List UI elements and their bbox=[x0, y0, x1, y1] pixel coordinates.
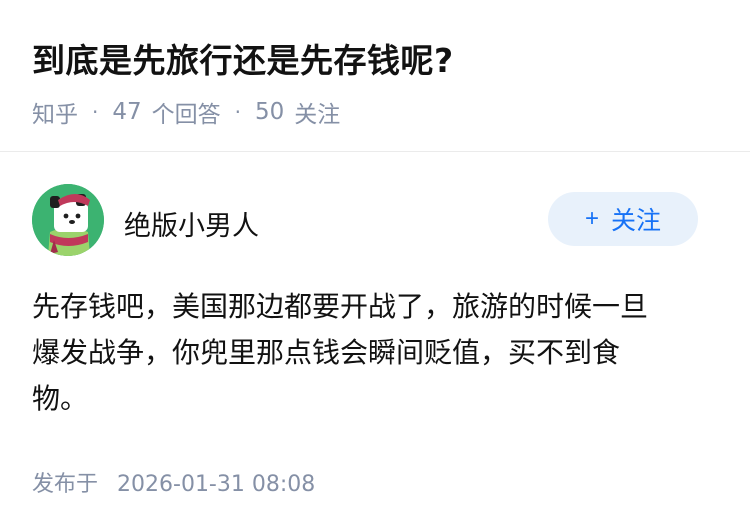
plus-icon: + bbox=[584, 205, 599, 232]
answer-content[interactable]: 先存钱吧，美国那边都要开战了，旅游的时候一旦 爆发战争，你兜里那点钱会瞬间贬值，… bbox=[32, 284, 710, 422]
answer-count: 47 bbox=[112, 99, 142, 125]
cartoon-animal-avatar-icon bbox=[32, 184, 104, 256]
source-link[interactable]: 知乎 bbox=[32, 95, 78, 129]
avatar[interactable] bbox=[32, 184, 104, 256]
answer-count-label[interactable]: 个回答 bbox=[152, 95, 221, 129]
meta-separator: · bbox=[234, 100, 241, 124]
follow-count: 50 bbox=[255, 99, 285, 125]
published-label: 发布于 bbox=[32, 472, 99, 497]
author-name[interactable]: 绝版小男人 bbox=[124, 204, 259, 243]
follow-count-label: 关注 bbox=[294, 102, 341, 128]
published-date: 2026-01-31 08:08 bbox=[117, 472, 316, 497]
follow-button-label: 关注 bbox=[611, 207, 662, 235]
question-title[interactable]: 到底是先旅行还是先存钱呢? bbox=[32, 34, 454, 82]
meta-separator: · bbox=[92, 100, 99, 124]
answer-line: 物。 bbox=[32, 382, 89, 415]
answer-line: 先存钱吧，美国那边都要开战了，旅游的时候一旦 bbox=[32, 290, 649, 323]
answer-line: 爆发战争，你兜里那点钱会瞬间贬值，买不到食 bbox=[32, 336, 621, 369]
section-divider bbox=[0, 151, 750, 152]
author-row: 绝版小男人 + 关注 bbox=[32, 184, 698, 256]
question-meta: 知乎 · 47 个回答 · 50 关注 bbox=[32, 95, 340, 129]
follow-button[interactable]: + 关注 bbox=[548, 192, 698, 246]
published-info: 发布于 2026-01-31 08:08 bbox=[32, 466, 315, 498]
